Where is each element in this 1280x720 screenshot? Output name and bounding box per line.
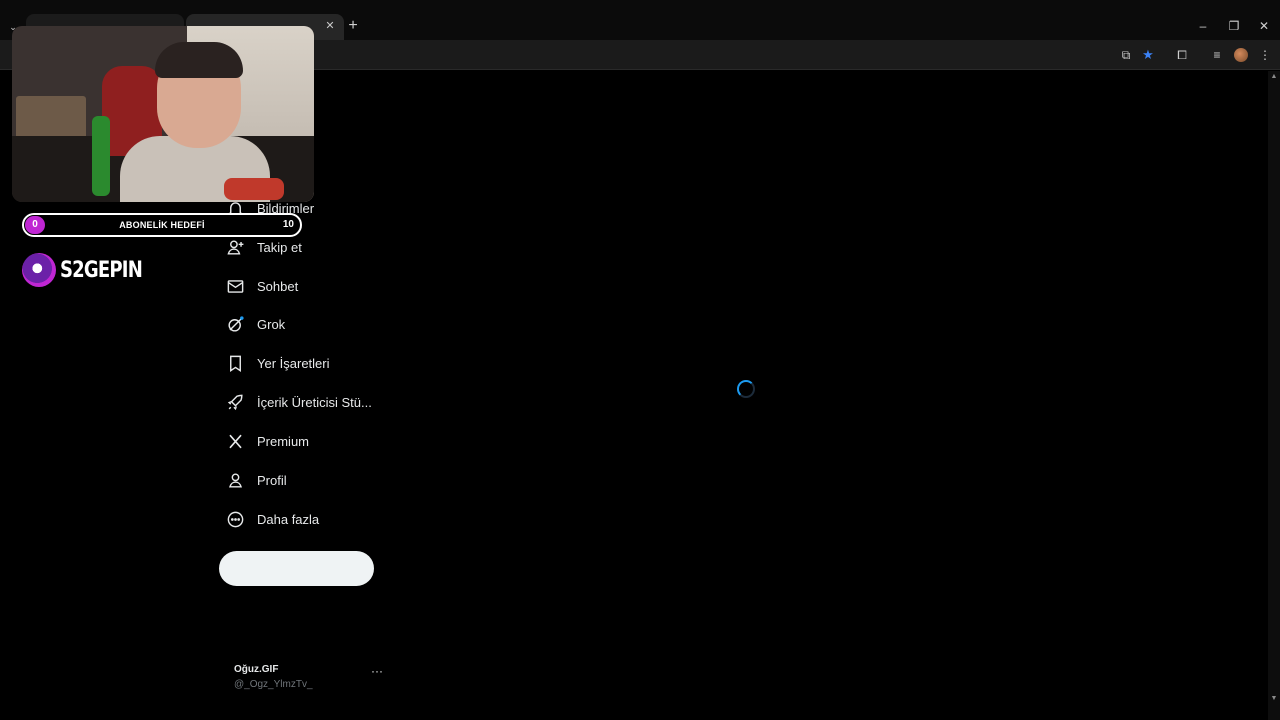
- streamer-brand: S2GEPIN: [22, 250, 160, 290]
- brand-logo-icon: [22, 253, 56, 287]
- scrollbar[interactable]: [1268, 71, 1280, 720]
- webcam-chair-trim: [92, 116, 110, 196]
- account-handle: @_Ogz_YlmzTv_: [234, 679, 313, 690]
- close-window-button[interactable]: ✕: [1252, 17, 1276, 35]
- loading-spinner: [737, 380, 755, 398]
- restore-button[interactable]: ❐: [1222, 17, 1246, 35]
- sidebar-item-label: Premium: [257, 433, 310, 449]
- goal-target: 10: [282, 219, 294, 230]
- sidebar-item-grok[interactable]: Grok: [222, 306, 285, 342]
- webcam-hair: [155, 42, 243, 78]
- more-circle-icon: [222, 506, 248, 532]
- sidebar-item-bookmarks[interactable]: Yer İşaretleri: [222, 345, 330, 381]
- sidebar-item-more[interactable]: Daha fazla: [222, 501, 319, 537]
- bookmark-star-icon[interactable]: ★: [1140, 47, 1156, 63]
- minimize-button[interactable]: –: [1191, 17, 1215, 35]
- sidebar-item-label: Grok: [257, 316, 286, 332]
- envelope-icon: [222, 273, 248, 299]
- more-icon[interactable]: ···: [370, 665, 384, 680]
- install-app-icon[interactable]: ⧉: [1118, 47, 1134, 63]
- grok-icon: [222, 311, 248, 337]
- account-switcher[interactable]: Oğuz.GIF @_Ogz_YlmzTv_ ···: [234, 662, 389, 692]
- brand-name: S2GEPIN: [60, 257, 143, 283]
- webcam-microphone: [224, 178, 284, 200]
- sidebar-item-label: Yer İşaretleri: [257, 355, 330, 371]
- sidebar-item-premium[interactable]: Premium: [222, 423, 309, 459]
- scroll-up-icon[interactable]: ▲: [1270, 72, 1278, 82]
- subscription-goal-bar: ABONELİK HEDEFİ 0 10: [22, 213, 302, 237]
- sidebar-item-label: İçerik Üreticisi Stü...: [257, 394, 372, 410]
- x-logo-icon: [222, 428, 248, 454]
- sidebar-item-label: Profil: [257, 472, 287, 488]
- sidebar-item-profile[interactable]: Profil: [222, 462, 287, 498]
- new-tab-button[interactable]: +: [345, 17, 361, 35]
- post-button[interactable]: [219, 551, 374, 586]
- webcam-overlay: [12, 26, 314, 202]
- goal-current: 0: [25, 216, 45, 234]
- profile-avatar[interactable]: [1234, 48, 1248, 62]
- goal-label: ABONELİK HEDEFİ: [119, 220, 205, 230]
- sidebar-item-chat[interactable]: Sohbet: [222, 268, 298, 304]
- person-icon: [222, 467, 248, 493]
- person-add-icon: [222, 234, 248, 260]
- browser-menu-icon[interactable]: ⋮: [1257, 47, 1273, 63]
- extensions-icon[interactable]: ⧠: [1174, 47, 1190, 63]
- sidebar-item-label: Takip et: [257, 239, 302, 255]
- tab-close-icon[interactable]: ✕: [323, 18, 337, 34]
- account-name: Oğuz.GIF: [234, 664, 279, 675]
- sidebar-item-label: Sohbet: [257, 278, 299, 294]
- sidebar-item-creator-studio[interactable]: İçerik Üreticisi Stü...: [222, 384, 372, 420]
- scroll-down-icon[interactable]: ▼: [1270, 694, 1278, 704]
- bookmark-icon: [222, 350, 248, 376]
- sidebar-item-label: Daha fazla: [257, 511, 320, 527]
- media-controls-icon[interactable]: ≡: [1209, 47, 1225, 63]
- rocket-icon: [222, 389, 248, 415]
